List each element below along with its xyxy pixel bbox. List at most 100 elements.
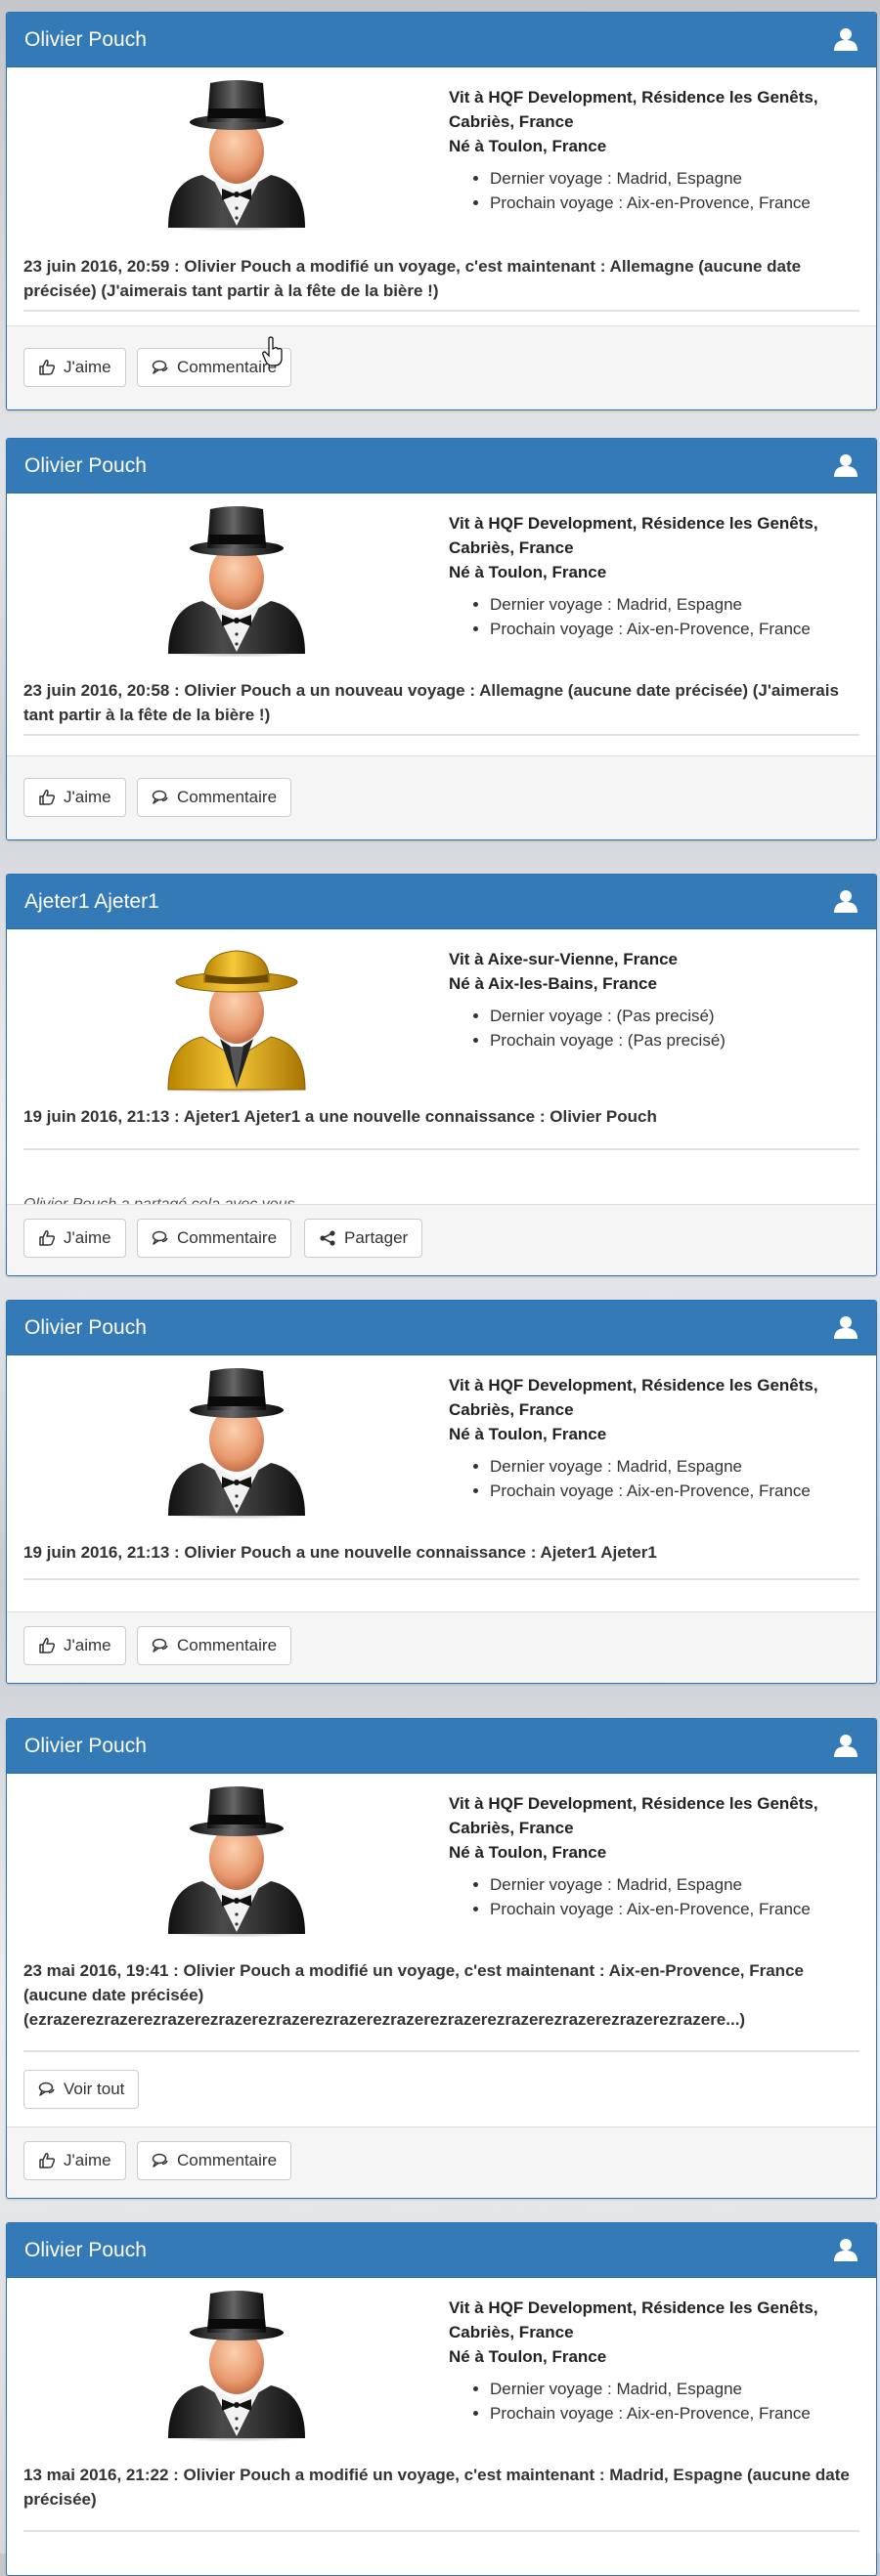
event-text: 19 juin 2016, 21:13 : Ajeter1 Ajeter1 a …	[23, 1107, 657, 1126]
divider	[23, 2050, 859, 2052]
avatar	[163, 506, 310, 657]
born-in: Né à Toulon, France	[449, 137, 607, 155]
divider	[23, 2530, 859, 2532]
feed-card: Olivier Pouch Vit à HQF Development, Rési…	[6, 12, 877, 410]
comment-label: Commentaire	[177, 1636, 278, 1654]
thumbs-up-icon	[39, 790, 56, 805]
like-button[interactable]: J'aime	[23, 2141, 126, 2180]
user-info: Vit à HQF Development, Résidence les Gen…	[449, 1791, 859, 1921]
user-info: Vit à HQF Development, Résidence les Gen…	[449, 511, 859, 641]
divider	[23, 1578, 859, 1580]
avatar	[163, 1786, 310, 1937]
lives-in: Vit à HQF Development, Résidence les Gen…	[449, 2298, 818, 2341]
thumbs-up-icon	[39, 1638, 56, 1653]
user-name[interactable]: Olivier Pouch	[24, 1316, 147, 1339]
user-name[interactable]: Olivier Pouch	[24, 28, 147, 51]
like-button[interactable]: J'aime	[23, 1626, 126, 1665]
user-name[interactable]: Ajeter1 Ajeter1	[24, 890, 159, 913]
trip-list: Dernier voyage : Madrid, EspagneProchain…	[449, 592, 859, 641]
born-in: Né à Toulon, France	[449, 2347, 607, 2366]
user-name[interactable]: Olivier Pouch	[24, 1735, 147, 1757]
comment-label: Commentaire	[177, 788, 278, 806]
like-button[interactable]: J'aime	[23, 348, 126, 387]
feed-card: Olivier Pouch Vit à HQF Development, Rési…	[6, 1300, 877, 1684]
avatar	[163, 1368, 310, 1519]
like-label: J'aime	[64, 358, 111, 376]
user-info: Vit à HQF Development, Résidence les Gen…	[449, 2296, 859, 2426]
comment-label: Commentaire	[177, 1228, 278, 1247]
card-footer: J'aime Commentaire Partager	[7, 1204, 876, 1275]
trip-list: Dernier voyage : Madrid, EspagneProchain…	[449, 2377, 859, 2426]
last-trip: Dernier voyage : Madrid, Espagne	[490, 1454, 859, 1479]
user-icon	[834, 1316, 858, 1339]
last-trip: Dernier voyage : Madrid, Espagne	[490, 592, 859, 617]
avatar	[163, 2291, 310, 2441]
card-footer: J'aime Commentaire	[7, 1611, 876, 1683]
share-icon	[320, 1230, 335, 1246]
feed-card: Ajeter1 Ajeter1 Vit à Aixe-sur-Vienne, Fr…	[6, 874, 877, 1276]
born-in: Né à Toulon, France	[449, 1425, 607, 1443]
comment-icon	[152, 790, 168, 804]
event-text: 23 mai 2016, 19:41 : Olivier Pouch a mod…	[23, 1961, 804, 2029]
see-all-button[interactable]: Voir tout	[23, 2070, 140, 2109]
next-trip: Prochain voyage : (Pas precisé)	[490, 1028, 859, 1052]
last-trip: Dernier voyage : Madrid, Espagne	[490, 1872, 859, 1897]
card-body: Vit à HQF Development, Résidence les Gen…	[7, 2278, 876, 2574]
divider	[23, 310, 859, 312]
trip-list: Dernier voyage : Madrid, EspagneProchain…	[449, 1872, 859, 1921]
user-info: Vit à HQF Development, Résidence les Gen…	[449, 85, 859, 215]
next-trip: Prochain voyage : Aix-en-Provence, Franc…	[490, 1897, 859, 1921]
born-in: Né à Toulon, France	[449, 563, 607, 581]
divider	[23, 1148, 859, 1150]
feed-card: Olivier Pouch Vit à HQF Development, Rési…	[6, 1718, 877, 2199]
avatar	[163, 950, 310, 1093]
card-footer: J'aime Commentaire	[7, 755, 876, 839]
thumbs-up-icon	[39, 360, 56, 375]
comment-button[interactable]: Commentaire	[137, 778, 292, 817]
next-trip: Prochain voyage : Aix-en-Provence, Franc…	[490, 1479, 859, 1503]
user-info: Vit à Aixe-sur-Vienne, France Né à Aix-le…	[449, 947, 859, 1052]
comment-icon	[152, 2153, 168, 2168]
comment-icon	[152, 360, 168, 374]
last-trip: Dernier voyage : Madrid, Espagne	[490, 2377, 859, 2401]
user-icon	[834, 2239, 858, 2261]
card-footer: J'aime Commentaire	[7, 325, 876, 409]
feed-card: Olivier Pouch Vit à HQF Development, Rési…	[6, 438, 877, 840]
like-button[interactable]: J'aime	[23, 778, 126, 817]
card-header: Olivier Pouch	[7, 1301, 876, 1355]
card-header: Olivier Pouch	[7, 2223, 876, 2278]
born-in: Né à Aix-les-Bains, France	[449, 974, 657, 993]
like-label: J'aime	[64, 1636, 111, 1654]
user-name[interactable]: Olivier Pouch	[24, 454, 147, 477]
lives-in: Vit à HQF Development, Résidence les Gen…	[449, 88, 818, 131]
comment-label: Commentaire	[177, 2151, 278, 2169]
comment-button[interactable]: Commentaire	[137, 1626, 292, 1665]
last-trip: Dernier voyage : (Pas precisé)	[490, 1004, 859, 1028]
user-icon	[834, 454, 858, 477]
thumbs-up-icon	[39, 1230, 56, 1246]
comment-button[interactable]: Commentaire	[137, 1219, 292, 1258]
event-text: 23 juin 2016, 20:58 : Olivier Pouch a un…	[23, 681, 839, 724]
thumbs-up-icon	[39, 2153, 56, 2168]
lives-in: Vit à Aixe-sur-Vienne, France	[449, 950, 678, 968]
event-text: 13 mai 2016, 21:22 : Olivier Pouch a mod…	[23, 2466, 850, 2509]
lives-in: Vit à HQF Development, Résidence les Gen…	[449, 1376, 818, 1419]
last-trip: Dernier voyage : Madrid, Espagne	[490, 166, 859, 191]
born-in: Né à Toulon, France	[449, 1843, 607, 1862]
share-button[interactable]: Partager	[304, 1219, 423, 1258]
card-header: Olivier Pouch	[7, 1719, 876, 1774]
user-icon	[834, 28, 858, 51]
event-text: 23 juin 2016, 20:59 : Olivier Pouch a mo…	[23, 257, 802, 300]
next-trip: Prochain voyage : Aix-en-Provence, Franc…	[490, 191, 859, 215]
avatar	[163, 80, 310, 231]
like-button[interactable]: J'aime	[23, 1219, 126, 1258]
user-info: Vit à HQF Development, Résidence les Gen…	[449, 1373, 859, 1503]
card-header: Ajeter1 Ajeter1	[7, 875, 876, 929]
comment-icon	[152, 1230, 168, 1245]
card-footer: J'aime Commentaire	[7, 2126, 876, 2198]
comment-icon	[38, 2082, 55, 2096]
user-name[interactable]: Olivier Pouch	[24, 2239, 147, 2261]
event-text: 19 juin 2016, 21:13 : Olivier Pouch a un…	[23, 1543, 657, 1562]
feed-card: Olivier Pouch Vit à HQF Development, Rési…	[6, 2222, 877, 2576]
comment-button[interactable]: Commentaire	[137, 2141, 292, 2180]
